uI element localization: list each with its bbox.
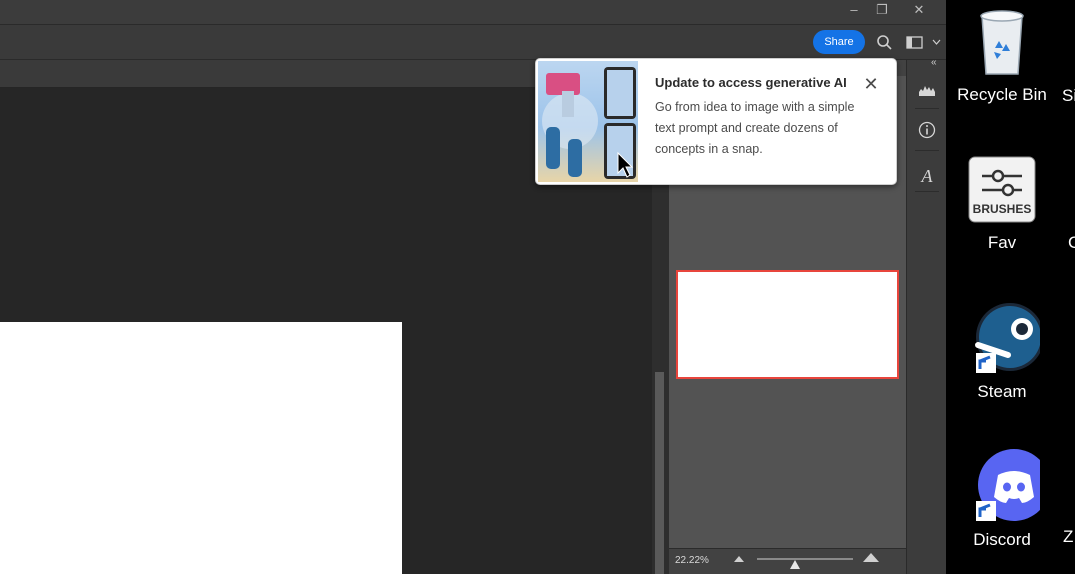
close-icon[interactable]: ✕ [904, 0, 934, 20]
photoshop-window: – ❐ ✕ Share » 22.22% [0, 0, 946, 574]
desktop-icon-partial-label: C [1068, 233, 1075, 252]
chevron-down-icon[interactable] [932, 39, 941, 45]
workspace-icon[interactable] [906, 36, 923, 49]
recycle-bin-icon [980, 10, 1024, 75]
steam-icon [975, 303, 1044, 373]
brushes-icon: BRUSHES [968, 156, 1036, 223]
promo-image [538, 61, 638, 182]
svg-text:BRUSHES: BRUSHES [973, 202, 1032, 216]
desktop-icon-label: Steam [977, 382, 1027, 401]
panel-icon-strip: « A [906, 57, 946, 574]
desktop-icon-recycle-bin[interactable]: Recycle Bin [952, 8, 1052, 105]
options-bar: Share [0, 25, 946, 60]
desktop-icon-steam[interactable]: Steam [952, 303, 1052, 402]
close-icon[interactable]: ✕ [860, 73, 882, 95]
desktop-icon-partial-label: Z [1063, 527, 1074, 546]
desktop-icon-partial-label: Si [1062, 86, 1075, 105]
navigator-preview[interactable] [676, 270, 899, 379]
popup-title: Update to access generative AI [655, 75, 847, 90]
document-canvas[interactable] [0, 322, 402, 574]
collapse-icon[interactable]: « [931, 57, 937, 68]
minimize-icon[interactable]: – [839, 0, 869, 20]
zoom-in-icon[interactable] [863, 553, 879, 562]
scrollbar-thumb[interactable] [655, 372, 664, 574]
zoom-out-icon[interactable] [734, 556, 744, 562]
desktop-icon-label: Recycle Bin [957, 85, 1047, 104]
character-icon[interactable]: A [915, 161, 939, 192]
discord-icon [976, 449, 1050, 521]
histogram-icon[interactable] [915, 78, 939, 109]
desktop-icon-discord[interactable]: Discord [952, 449, 1052, 550]
share-button[interactable]: Share [813, 30, 865, 54]
info-icon[interactable] [915, 120, 939, 151]
zoom-percentage[interactable]: 22.22% [675, 555, 709, 566]
generative-ai-update-popup: Update to access generative AI Go from i… [535, 58, 897, 185]
desktop-icon-fav[interactable]: BRUSHES Fav [952, 156, 1052, 253]
title-bar: – ❐ ✕ [0, 0, 946, 25]
skateboarder-illustration [542, 67, 636, 179]
desktop-icon-label: Discord [973, 530, 1031, 549]
desktop-icon-label: Fav [987, 233, 1017, 252]
zoom-slider-thumb[interactable] [790, 560, 801, 569]
zoom-slider[interactable] [757, 558, 853, 560]
restore-icon[interactable]: ❐ [867, 0, 897, 20]
popup-body: Go from idea to image with a simple text… [655, 100, 855, 156]
search-icon[interactable] [876, 34, 893, 51]
navigator-footer: 22.22% [669, 548, 906, 574]
